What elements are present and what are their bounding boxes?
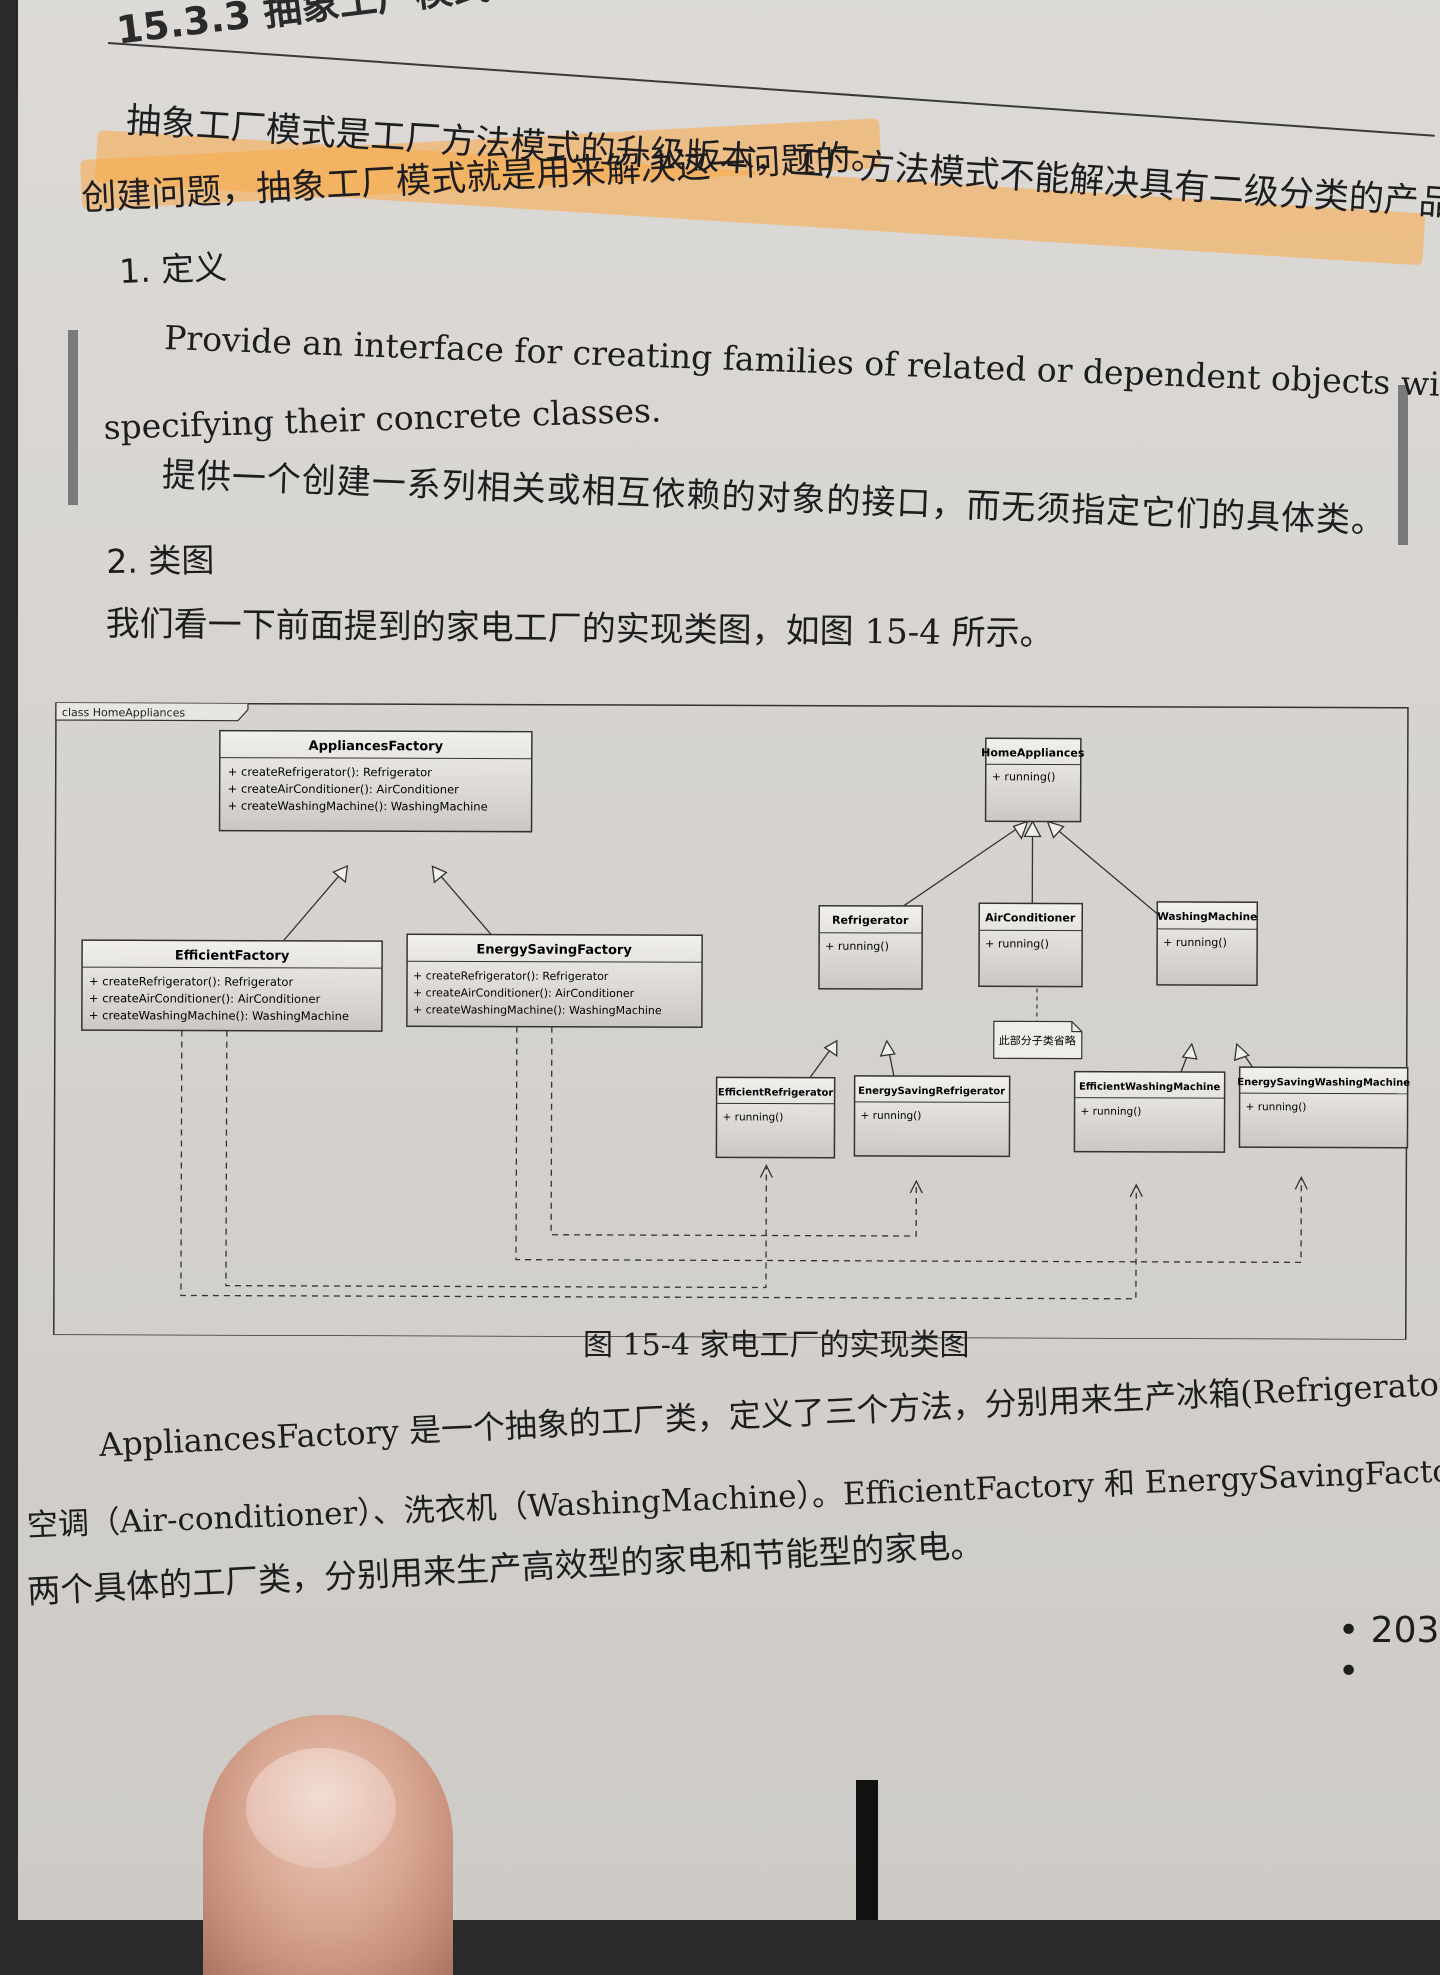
figure-caption: 图 15-4 家电工厂的实现类图 — [583, 1320, 969, 1364]
class-name: EfficientWashingMachine — [1079, 1082, 1221, 1093]
class-name: EfficientFactory — [175, 948, 290, 963]
method: + createRefrigerator(): Refrigerator — [228, 765, 433, 780]
method: + running() — [723, 1111, 784, 1123]
class-name: HomeAppliances — [981, 746, 1085, 759]
class-name: WashingMachine — [1157, 911, 1257, 923]
class-name: EnergySavingWashingMachine — [1237, 1077, 1410, 1089]
frame-label: class HomeAppliances — [62, 706, 185, 719]
method: + createRefrigerator(): Refrigerator — [89, 974, 294, 989]
class-diagram-heading: 2. 类图 — [106, 533, 215, 583]
quote-bar-left — [68, 330, 78, 505]
method: + running() — [1163, 936, 1227, 949]
dep-efficient-washing — [181, 1030, 1137, 1298]
quote-bar-right — [1398, 385, 1408, 545]
method: + running() — [992, 770, 1056, 783]
method: + createAirConditioner(): AirConditioner — [89, 991, 321, 1006]
class-air-conditioner: AirConditioner + running() — [979, 903, 1082, 986]
dep-efficient-refrigerator — [226, 1031, 767, 1288]
class-efficient-washing-machine: EfficientWashingMachine + running() — [1074, 1072, 1224, 1153]
note-text: 此部分子类省略 — [999, 1033, 1076, 1047]
definition-heading: 1. 定义 — [118, 240, 228, 293]
class-efficient-refrigerator: EfficientRefrigerator + running() — [716, 1077, 834, 1157]
figure-15-4: class HomeAppliances — [46, 695, 1418, 1340]
class-energy-saving-washing-machine: EnergySavingWashingMachine + running() — [1237, 1067, 1410, 1148]
method: + createAirConditioner(): AirConditioner — [228, 782, 460, 797]
method: + createRefrigerator(): Refrigerator — [413, 969, 609, 983]
class-washing-machine: WashingMachine + running() — [1157, 902, 1257, 985]
book-page: 15.3.3 抽象工厂模式 抽象工厂模式是工厂方法模式的升级版本，工厂方法模式不… — [18, 0, 1440, 1920]
dependency-arrowheads — [760, 1165, 1307, 1197]
method: + running() — [1081, 1106, 1142, 1118]
page-number: • 203 • — [1338, 1610, 1440, 1692]
method: + createAirConditioner(): AirConditioner — [413, 986, 635, 1000]
class-name: AirConditioner — [985, 911, 1076, 924]
method: + running() — [861, 1110, 922, 1122]
method: + createWashingMachine(): WashingMachine — [413, 1003, 662, 1017]
class-name: AppliancesFactory — [309, 739, 444, 754]
method: + running() — [985, 937, 1049, 950]
class-name: EfficientRefrigerator — [718, 1087, 834, 1098]
class-name: Refrigerator — [832, 914, 909, 927]
cable — [856, 1780, 878, 1920]
class-efficient-factory: EfficientFactory + createRefrigerator():… — [82, 940, 382, 1031]
method: + running() — [825, 940, 889, 953]
dependency-lines — [181, 1025, 1302, 1299]
note-subclasses-omitted: 此部分子类省略 — [994, 988, 1082, 1058]
method: + createWashingMachine(): WashingMachine — [89, 1008, 349, 1023]
method: + running() — [1246, 1101, 1307, 1113]
class-name: EnergySavingRefrigerator — [858, 1086, 1005, 1098]
class-name: EnergySavingFactory — [476, 942, 632, 958]
class-energy-saving-refrigerator: EnergySavingRefrigerator + running() — [854, 1076, 1009, 1157]
class-diagram-intro: 我们看一下前面提到的家电工厂的实现类图，如图 15-4 所示。 — [105, 596, 1053, 655]
method: + createWashingMachine(): WashingMachine — [228, 799, 488, 814]
uml-class-diagram: class HomeAppliances — [46, 695, 1418, 1340]
class-appliances-factory: AppliancesFactory + createRefrigerator()… — [220, 731, 532, 832]
class-home-appliances: HomeAppliances + running() — [981, 738, 1085, 821]
class-energy-saving-factory: EnergySavingFactory + createRefrigerator… — [407, 934, 702, 1027]
thumbnail-highlight — [246, 1748, 396, 1868]
class-refrigerator: Refrigerator + running() — [819, 906, 922, 989]
